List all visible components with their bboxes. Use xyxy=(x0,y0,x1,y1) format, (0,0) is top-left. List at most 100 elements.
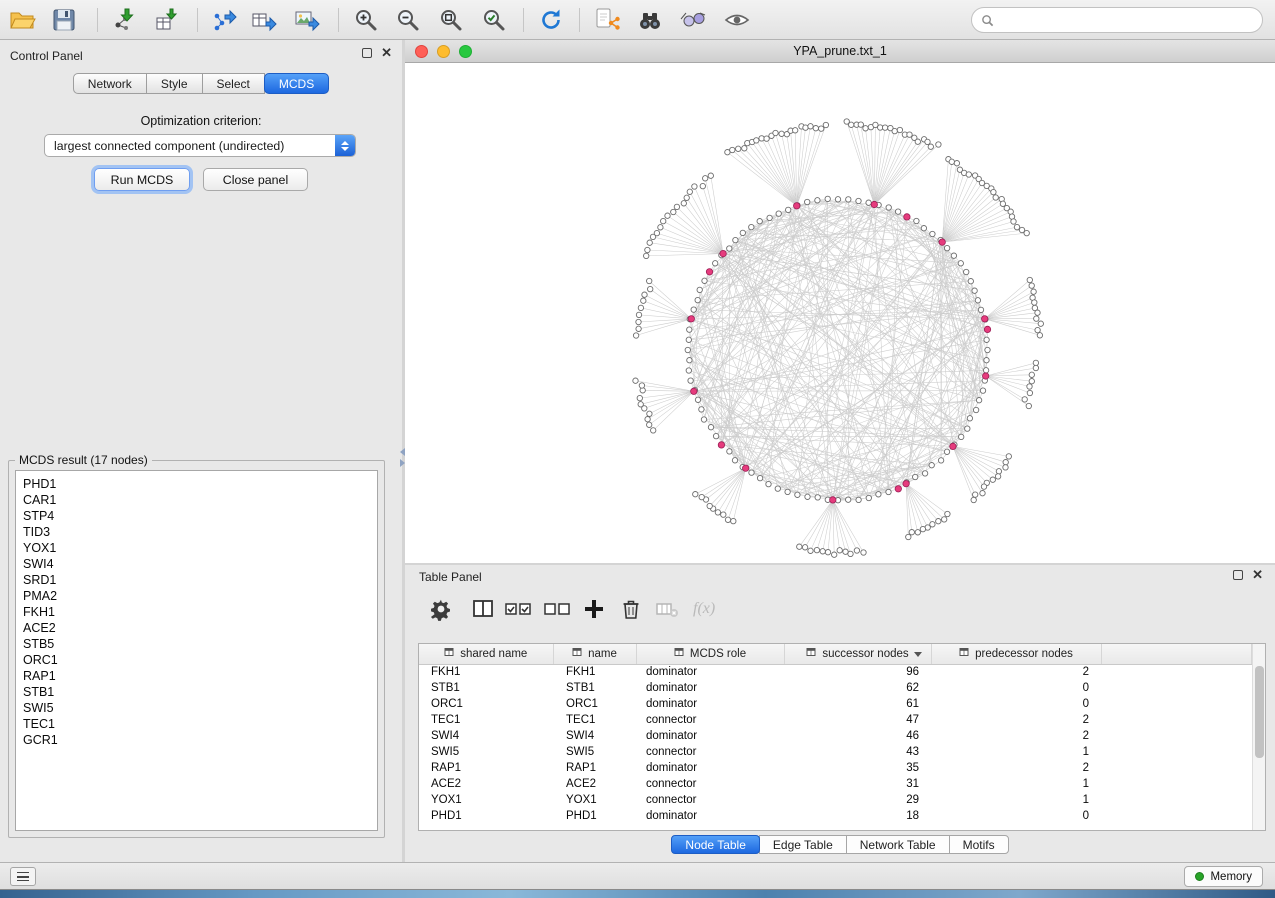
table-cell[interactable]: YOX1 xyxy=(553,792,636,808)
table-cell[interactable]: dominator xyxy=(636,760,784,776)
binoculars-icon[interactable] xyxy=(636,6,664,34)
table-cell[interactable]: 0 xyxy=(931,680,1101,696)
mcds-result-item[interactable]: ORC1 xyxy=(23,652,377,668)
mcds-result-item[interactable]: STB1 xyxy=(23,684,377,700)
show-columns-icon[interactable] xyxy=(471,597,495,621)
table-row[interactable]: STB1STB1dominator620 xyxy=(419,680,1252,696)
window-zoom-button[interactable] xyxy=(459,45,472,58)
mcds-result-item[interactable]: TID3 xyxy=(23,524,377,540)
table-cell[interactable]: dominator xyxy=(636,696,784,712)
save-icon[interactable] xyxy=(50,6,78,34)
panel-menu-button[interactable] xyxy=(10,867,36,886)
table-cell[interactable]: 2 xyxy=(931,760,1101,776)
search-input[interactable] xyxy=(1000,13,1262,27)
table-row[interactable]: TEC1TEC1connector472 xyxy=(419,712,1252,728)
mcds-result-list[interactable]: PHD1CAR1STP4TID3YOX1SWI4SRD1PMA2FKH1ACE2… xyxy=(15,470,378,831)
window-minimize-button[interactable] xyxy=(437,45,450,58)
table-cell[interactable]: FKH1 xyxy=(553,664,636,680)
table-cell[interactable]: ACE2 xyxy=(553,776,636,792)
table-tab-motifs[interactable]: Motifs xyxy=(949,835,1009,854)
glasses-icon[interactable] xyxy=(679,6,707,34)
mcds-result-item[interactable]: SWI4 xyxy=(23,556,377,572)
import-table-icon[interactable] xyxy=(153,6,181,34)
table-cell[interactable]: FKH1 xyxy=(419,664,553,680)
mcds-result-item[interactable]: YOX1 xyxy=(23,540,377,556)
table-cell[interactable]: dominator xyxy=(636,664,784,680)
table-cell[interactable]: STB1 xyxy=(419,680,553,696)
table-cell[interactable]: STB1 xyxy=(553,680,636,696)
zoom-fit-icon[interactable] xyxy=(437,6,465,34)
float-table-panel-icon[interactable] xyxy=(1233,570,1243,580)
mcds-result-item[interactable]: STB5 xyxy=(23,636,377,652)
open-folder-icon[interactable] xyxy=(8,6,36,34)
table-cell[interactable]: RAP1 xyxy=(419,760,553,776)
mcds-result-item[interactable]: CAR1 xyxy=(23,492,377,508)
table-cell[interactable]: 2 xyxy=(931,664,1101,680)
export-network-icon[interactable] xyxy=(209,6,237,34)
export-image-icon[interactable] xyxy=(292,6,320,34)
table-cell[interactable]: 2 xyxy=(931,712,1101,728)
column-header-mcds-role[interactable]: MCDS role xyxy=(636,644,784,664)
close-panel-icon[interactable]: ✕ xyxy=(381,48,392,58)
network-titlebar[interactable]: YPA_prune.txt_1 xyxy=(405,40,1275,63)
column-header-name[interactable]: name xyxy=(553,644,636,664)
table-cell[interactable]: 96 xyxy=(784,664,931,680)
table-cell[interactable]: TEC1 xyxy=(419,712,553,728)
control-tab-network[interactable]: Network xyxy=(73,73,147,94)
table-cell[interactable]: YOX1 xyxy=(419,792,553,808)
mcds-result-item[interactable]: PMA2 xyxy=(23,588,377,604)
table-cell[interactable]: SWI5 xyxy=(553,744,636,760)
criterion-dropdown[interactable]: largest connected component (undirected) xyxy=(44,134,356,157)
table-row[interactable]: SWI4SWI4dominator462 xyxy=(419,728,1252,744)
mcds-result-item[interactable]: FKH1 xyxy=(23,604,377,620)
table-cell[interactable]: PHD1 xyxy=(419,808,553,824)
eye-icon[interactable] xyxy=(723,6,751,34)
table-tab-edge-table[interactable]: Edge Table xyxy=(759,835,847,854)
table-row[interactable]: FKH1FKH1dominator962 xyxy=(419,664,1252,680)
table-row[interactable]: YOX1YOX1connector291 xyxy=(419,792,1252,808)
gear-icon[interactable] xyxy=(429,597,453,621)
table-cell[interactable]: 2 xyxy=(931,728,1101,744)
table-tab-network-table[interactable]: Network Table xyxy=(846,835,950,854)
table-cell[interactable]: 47 xyxy=(784,712,931,728)
share-document-icon[interactable] xyxy=(593,6,621,34)
add-icon[interactable] xyxy=(582,597,606,621)
float-panel-icon[interactable] xyxy=(362,48,372,58)
column-header-shared-name[interactable]: shared name xyxy=(419,644,553,664)
scrollbar-thumb[interactable] xyxy=(1255,666,1264,758)
run-mcds-button[interactable]: Run MCDS xyxy=(94,168,190,191)
window-close-button[interactable] xyxy=(415,45,428,58)
table-cell[interactable]: SWI4 xyxy=(419,728,553,744)
mcds-result-item[interactable]: TEC1 xyxy=(23,716,377,732)
table-cell[interactable]: 62 xyxy=(784,680,931,696)
table-cell[interactable]: connector xyxy=(636,792,784,808)
sort-dropdown-icon[interactable] xyxy=(914,652,922,657)
export-table-icon[interactable] xyxy=(249,6,277,34)
table-cell[interactable]: 29 xyxy=(784,792,931,808)
table-cell[interactable]: connector xyxy=(636,744,784,760)
mcds-result-item[interactable]: STP4 xyxy=(23,508,377,524)
table-row[interactable]: ACE2ACE2connector311 xyxy=(419,776,1252,792)
table-cell[interactable]: 0 xyxy=(931,696,1101,712)
mcds-result-item[interactable]: RAP1 xyxy=(23,668,377,684)
table-cell[interactable]: 1 xyxy=(931,744,1101,760)
memory-button[interactable]: Memory xyxy=(1184,866,1263,887)
mcds-result-item[interactable]: SWI5 xyxy=(23,700,377,716)
table-cell[interactable]: SWI5 xyxy=(419,744,553,760)
network-canvas[interactable] xyxy=(405,63,1275,563)
table-cell[interactable]: dominator xyxy=(636,728,784,744)
control-tab-mcds[interactable]: MCDS xyxy=(264,73,329,94)
table-row[interactable]: SWI5SWI5connector431 xyxy=(419,744,1252,760)
control-tab-style[interactable]: Style xyxy=(146,73,203,94)
mcds-result-item[interactable]: ACE2 xyxy=(23,620,377,636)
table-row[interactable]: RAP1RAP1dominator352 xyxy=(419,760,1252,776)
table-cell[interactable]: RAP1 xyxy=(553,760,636,776)
table-cell[interactable]: 1 xyxy=(931,792,1101,808)
zoom-in-icon[interactable] xyxy=(352,6,380,34)
table-cell[interactable]: dominator xyxy=(636,808,784,824)
control-tab-select[interactable]: Select xyxy=(202,73,265,94)
table-cell[interactable]: PHD1 xyxy=(553,808,636,824)
delete-icon[interactable] xyxy=(619,597,643,621)
table-cell[interactable]: connector xyxy=(636,712,784,728)
zoom-out-icon[interactable] xyxy=(394,6,422,34)
